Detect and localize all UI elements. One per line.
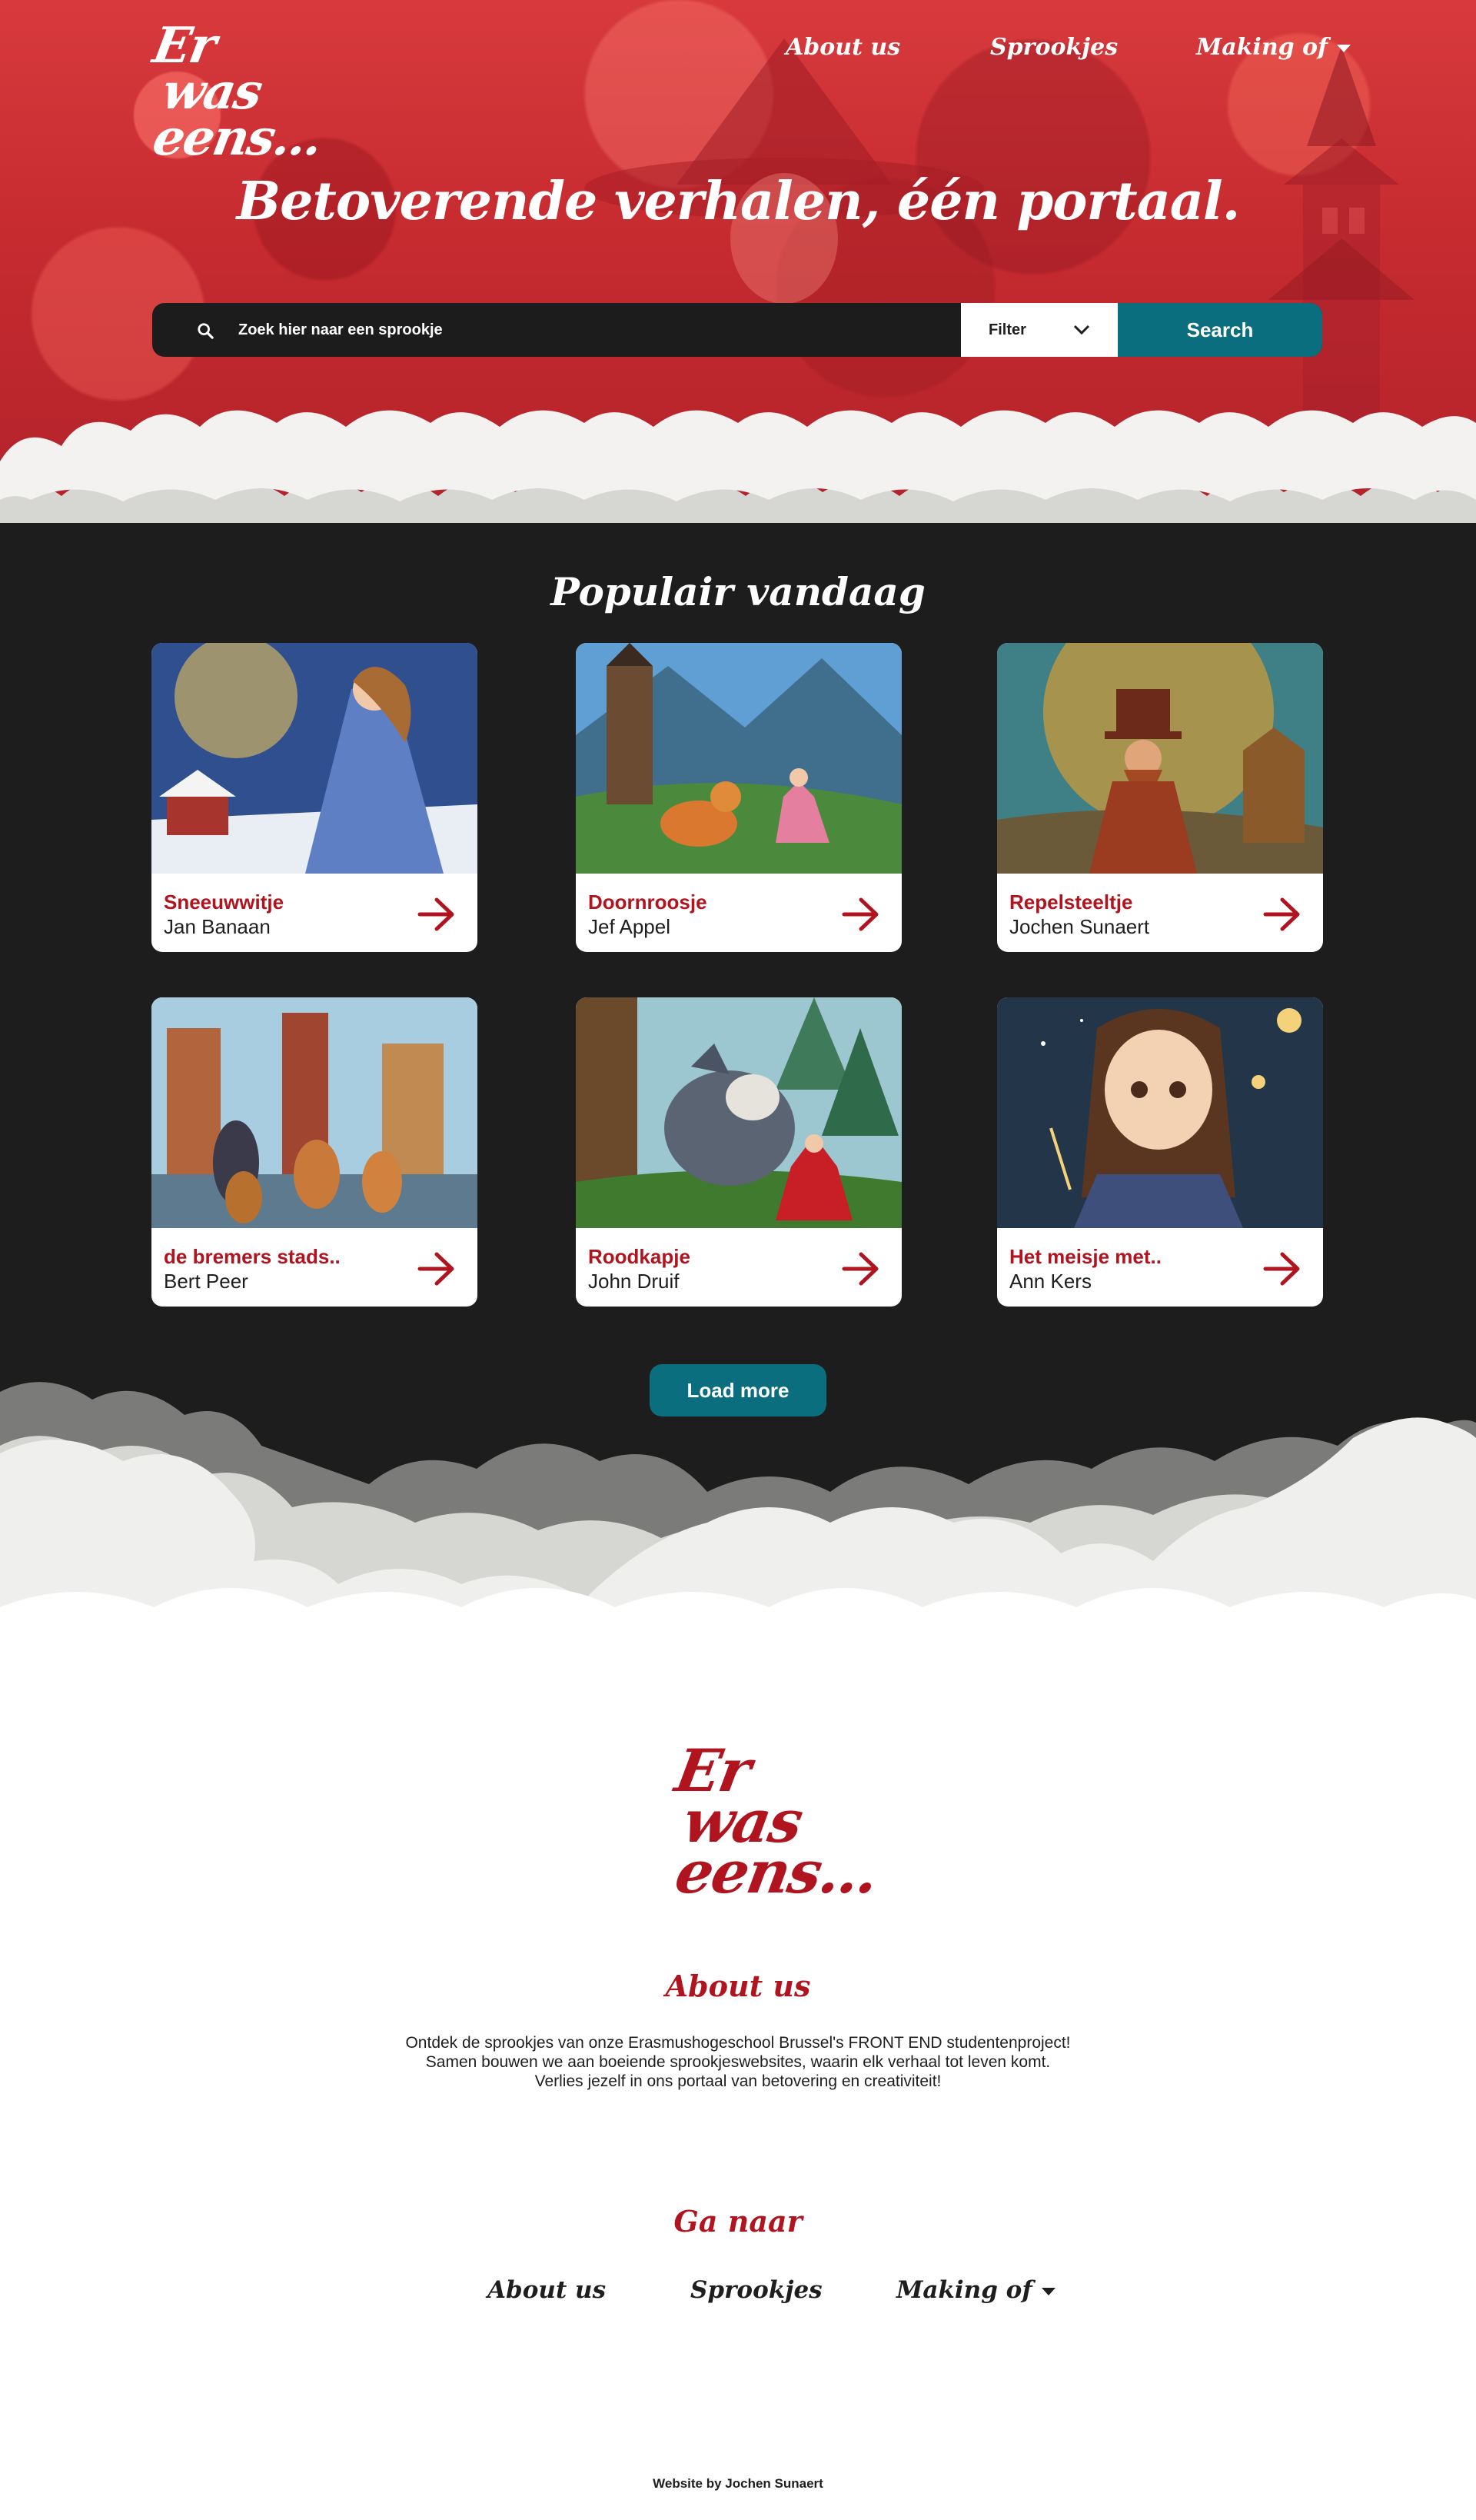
nav-about-us[interactable]: About us	[786, 34, 900, 61]
arrow-right-icon[interactable]	[1263, 897, 1301, 932]
story-author: John Druif	[588, 1270, 680, 1293]
nav-sprookjes[interactable]: Sprookjes	[990, 34, 1118, 61]
about-line: Samen bouwen we aan boeiende sprookjeswe…	[425, 2053, 1051, 2071]
footer-logo-line-3: eens...	[670, 1838, 883, 1906]
story-image-het-meisje-met	[997, 997, 1323, 1228]
footer-about-heading: About us	[665, 1969, 811, 2003]
search-field[interactable]	[152, 303, 961, 357]
chevron-down-icon	[1073, 325, 1090, 335]
story-author: Jochen Sunaert	[1009, 915, 1150, 938]
story-title: Repelsteeltje	[1009, 890, 1133, 914]
footer-nav-about-us[interactable]: About us	[487, 2276, 606, 2304]
search-button[interactable]: Search	[1118, 303, 1322, 357]
story-title: Sneeuwwitje	[164, 890, 284, 914]
arrow-right-icon[interactable]	[417, 897, 456, 932]
caret-down-icon	[1336, 45, 1351, 52]
footer-logo[interactable]: Er was eens...	[670, 1736, 883, 1915]
story-author: Jef Appel	[588, 915, 670, 938]
story-image-roodkapje	[576, 997, 902, 1228]
site-logo[interactable]: Er was eens...	[148, 17, 354, 169]
story-author: Bert Peer	[164, 1270, 248, 1293]
nav-making-of-label: Making of	[1196, 34, 1328, 61]
about-line: Ontdek de sprookjes van onze Erasmushoge…	[405, 2034, 1071, 2052]
cloud-divider-top	[0, 410, 1476, 538]
search-icon	[198, 323, 214, 339]
story-title: Het meisje met..	[1009, 1245, 1162, 1268]
arrow-right-icon[interactable]	[842, 897, 880, 932]
footer-nav-making-of-label: Making of	[896, 2276, 1032, 2304]
filter-label: Filter	[989, 321, 1026, 338]
arrow-right-icon[interactable]	[417, 1251, 456, 1287]
story-author: Jan Banaan	[164, 915, 271, 938]
arrow-right-icon[interactable]	[1263, 1251, 1301, 1287]
footer-goto-heading: Ga naar	[673, 2204, 803, 2239]
caret-down-icon	[1041, 2287, 1055, 2295]
about-line: Verlies jezelf in ons portaal van betove…	[534, 2072, 942, 2090]
popular-title: Populair vandaag	[550, 569, 926, 614]
footer-nav-sprookjes[interactable]: Sprookjes	[690, 2276, 823, 2304]
search-bar: Filter Search	[152, 303, 1322, 357]
story-card[interactable]: de bremers stads.. Bert Peer	[151, 997, 477, 1307]
story-image-repelsteeltje	[997, 643, 1323, 874]
story-image-bremer-stadsmuzikanten	[151, 997, 477, 1228]
story-card[interactable]: Doornroosje Jef Appel	[576, 643, 902, 952]
logo-line-2: was	[158, 63, 266, 121]
story-title: Doornroosje	[588, 890, 707, 914]
story-title: de bremers stads..	[164, 1245, 341, 1268]
story-card[interactable]: Repelsteeltje Jochen Sunaert	[997, 643, 1323, 952]
story-card[interactable]: Roodkapje John Druif	[576, 997, 902, 1307]
footer-about-text: Ontdek de sprookjes van onze Erasmushoge…	[0, 2033, 1476, 2091]
footer-nav-making-of[interactable]: Making of	[896, 2276, 1055, 2304]
logo-line-1: Er	[148, 17, 220, 75]
story-card[interactable]: Sneeuwwitje Jan Banaan	[151, 643, 477, 952]
filter-dropdown[interactable]: Filter	[961, 303, 1118, 357]
search-input[interactable]	[238, 321, 930, 339]
story-image-doornroosje	[576, 643, 902, 874]
story-card[interactable]: Het meisje met.. Ann Kers	[997, 997, 1323, 1307]
hero-tagline: Betoverende verhalen, één portaal.	[236, 171, 1241, 232]
arrow-right-icon[interactable]	[842, 1251, 880, 1287]
tower-illustration	[1268, 46, 1414, 431]
story-image-sneeuwwitje	[151, 643, 477, 874]
footer-credit: Website by Jochen Sunaert	[653, 2476, 823, 2491]
nav-making-of[interactable]: Making of	[1196, 34, 1351, 61]
logo-line-3: eens...	[148, 109, 326, 167]
story-author: Ann Kers	[1009, 1270, 1092, 1293]
story-title: Roodkapje	[588, 1245, 690, 1268]
cloud-divider-bottom	[0, 1382, 1476, 1669]
